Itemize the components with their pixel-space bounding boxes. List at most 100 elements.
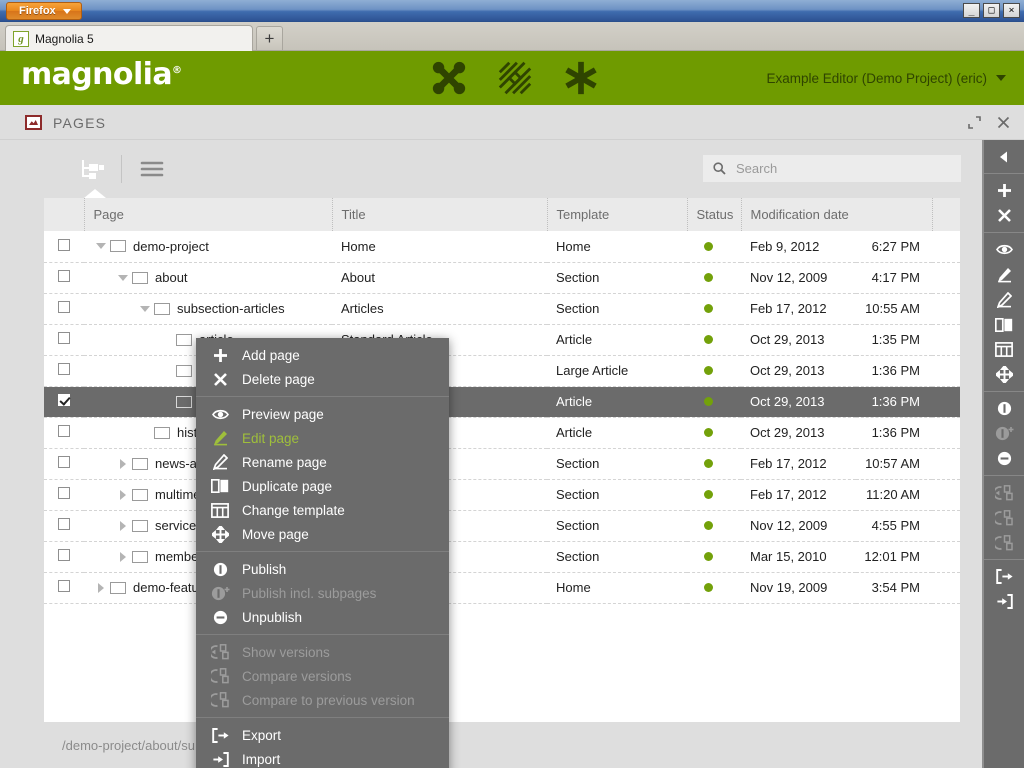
row-checkbox[interactable]	[58, 238, 70, 251]
column-header-template[interactable]: Template	[547, 198, 688, 231]
context-menu-item-label: Publish	[242, 561, 287, 577]
tree-toggle-collapsed[interactable]	[114, 489, 132, 500]
context-menu-item-delete-page[interactable]: Delete page	[196, 367, 449, 391]
rail-export-icon[interactable]	[984, 564, 1024, 589]
row-checkbox[interactable]	[58, 518, 70, 530]
rail-plus-icon[interactable]	[984, 178, 1024, 203]
context-menu-item-unpublish[interactable]: Unpublish	[196, 605, 449, 629]
rail-template-icon[interactable]	[984, 337, 1024, 362]
tree-toggle-collapsed[interactable]	[114, 551, 132, 562]
rail-eye-icon[interactable]	[984, 237, 1024, 262]
tree-toggle-expanded[interactable]	[136, 305, 154, 312]
row-checkbox[interactable]	[58, 332, 70, 344]
row-checkbox-cell[interactable]	[44, 448, 84, 480]
rail-collapse-left-icon[interactable]	[984, 144, 1024, 169]
window-maximize-button[interactable]: □	[983, 3, 1000, 18]
search-input[interactable]	[734, 160, 948, 177]
context-menu-item-publish[interactable]: Publish	[196, 557, 449, 581]
layers-icon[interactable]	[496, 59, 534, 97]
tree-toggle-collapsed[interactable]	[114, 458, 132, 469]
table-row[interactable]: demo-featuresDemo FeaturesHomeNov 19, 20…	[44, 572, 960, 604]
row-checkbox-cell[interactable]	[44, 510, 84, 542]
row-checkbox-cell[interactable]	[44, 355, 84, 387]
tree-view-icon[interactable]	[68, 150, 114, 188]
close-icon[interactable]	[997, 116, 1010, 129]
row-checkbox-cell[interactable]	[44, 541, 84, 573]
rail-pencil-icon[interactable]	[984, 262, 1024, 287]
row-checkbox[interactable]	[58, 363, 70, 375]
row-page-cell[interactable]: demo-project	[84, 231, 332, 263]
rail-pen-icon[interactable]	[984, 287, 1024, 312]
row-checkbox[interactable]	[58, 301, 70, 313]
firefox-menu-button[interactable]: Firefox	[6, 2, 82, 20]
row-checkbox-cell[interactable]	[44, 479, 84, 511]
time-text: 11:20 AM	[866, 487, 920, 502]
row-checkbox[interactable]	[58, 425, 70, 437]
row-checkbox[interactable]	[58, 270, 70, 282]
rail-close-icon[interactable]	[984, 203, 1024, 228]
column-header-page[interactable]: Page	[84, 198, 333, 231]
row-checkbox-cell[interactable]	[44, 417, 84, 449]
context-menu-item-duplicate-page[interactable]: Duplicate page	[196, 474, 449, 498]
table-row[interactable]: about About Section Nov 12, 2009 4:17 PM	[44, 262, 960, 294]
context-menu-item-change-template[interactable]: Change template	[196, 498, 449, 522]
maximize-icon[interactable]	[968, 116, 981, 129]
context-menu-item-rename-page[interactable]: Rename page	[196, 450, 449, 474]
column-header-status[interactable]: Status	[687, 198, 742, 231]
table-row[interactable]: multimediaMultimediaSectionFeb 17, 20121…	[44, 479, 960, 511]
window-close-button[interactable]: ×	[1003, 3, 1020, 18]
table-row[interactable]: historyHistoryArticleOct 29, 20131:36 PM	[44, 417, 960, 449]
rail-publish-icon[interactable]	[984, 396, 1024, 421]
table-row[interactable]: demo-project Home Home Feb 9, 2012 6:27 PM	[44, 231, 960, 263]
table-row[interactable]: another-articleAnother ArticleArticleOct…	[44, 386, 960, 418]
app-bar-left: PAGES	[25, 105, 106, 140]
new-tab-button[interactable]: +	[256, 26, 283, 51]
row-checkbox[interactable]	[58, 394, 70, 406]
rail-move-icon[interactable]	[984, 362, 1024, 387]
tree-toggle-collapsed[interactable]	[92, 582, 110, 593]
context-menu-item-export[interactable]: Export	[196, 723, 449, 747]
table-row[interactable]: serviceServiceSectionNov 12, 20094:55 PM	[44, 510, 960, 542]
table-row[interactable]: membersMembersSectionMar 15, 201012:01 P…	[44, 541, 960, 573]
pulse-icon[interactable]	[430, 59, 468, 97]
asterisk-icon[interactable]	[562, 59, 600, 97]
row-date-cell: Oct 29, 2013	[741, 417, 856, 449]
rail-duplicate-icon[interactable]	[984, 312, 1024, 337]
row-checkbox[interactable]	[58, 456, 70, 468]
row-page-cell[interactable]: about	[84, 262, 332, 294]
row-checkbox[interactable]	[58, 549, 70, 561]
column-header-select[interactable]	[44, 198, 85, 231]
tree-toggle-expanded[interactable]	[92, 243, 110, 250]
row-checkbox[interactable]	[58, 580, 70, 592]
row-checkbox[interactable]	[58, 487, 70, 499]
row-checkbox-cell[interactable]	[44, 231, 84, 263]
context-menu-item-move-page[interactable]: Move page	[196, 522, 449, 546]
context-menu-item-preview-page[interactable]: Preview page	[196, 402, 449, 426]
list-view-icon[interactable]	[129, 150, 175, 188]
context-menu-item-add-page[interactable]: Add page	[196, 343, 449, 367]
row-page-cell[interactable]: subsection-articles	[84, 293, 332, 325]
table-row[interactable]: subsection-articles Articles Section Feb 17…	[44, 293, 960, 325]
row-checkbox-cell[interactable]	[44, 324, 84, 356]
context-menu-item-import[interactable]: Import	[196, 747, 449, 768]
table-row[interactable]: articleStandard ArticleArticleOct 29, 20…	[44, 324, 960, 356]
table-row[interactable]: news-and-eventsNews and EventsSectionFeb…	[44, 448, 960, 480]
search-box[interactable]	[703, 155, 961, 182]
table-row[interactable]: large-articleLarge ArticleLarge ArticleO…	[44, 355, 960, 387]
browser-tab-magnolia[interactable]: g Magnolia 5	[5, 25, 253, 51]
rail-import-icon[interactable]	[984, 589, 1024, 614]
window-minimize-button[interactable]: _	[963, 3, 980, 18]
row-checkbox-cell[interactable]	[44, 293, 84, 325]
tree-toggle-collapsed[interactable]	[114, 520, 132, 531]
context-menu-item-edit-page[interactable]: Edit page	[196, 426, 449, 450]
tree-toggle-expanded[interactable]	[114, 274, 132, 281]
user-menu[interactable]: Example Editor (Demo Project) (eric)	[766, 51, 1006, 105]
rail-unpublish-icon[interactable]	[984, 446, 1024, 471]
row-checkbox-cell[interactable]	[44, 262, 84, 294]
row-status-cell	[687, 355, 741, 387]
column-header-title[interactable]: Title	[332, 198, 548, 231]
row-checkbox-cell[interactable]	[44, 572, 84, 604]
row-checkbox-cell[interactable]	[44, 386, 84, 418]
date-text: Feb 17, 2012	[750, 456, 827, 471]
column-header-modification-date[interactable]: Modification date	[741, 198, 933, 231]
